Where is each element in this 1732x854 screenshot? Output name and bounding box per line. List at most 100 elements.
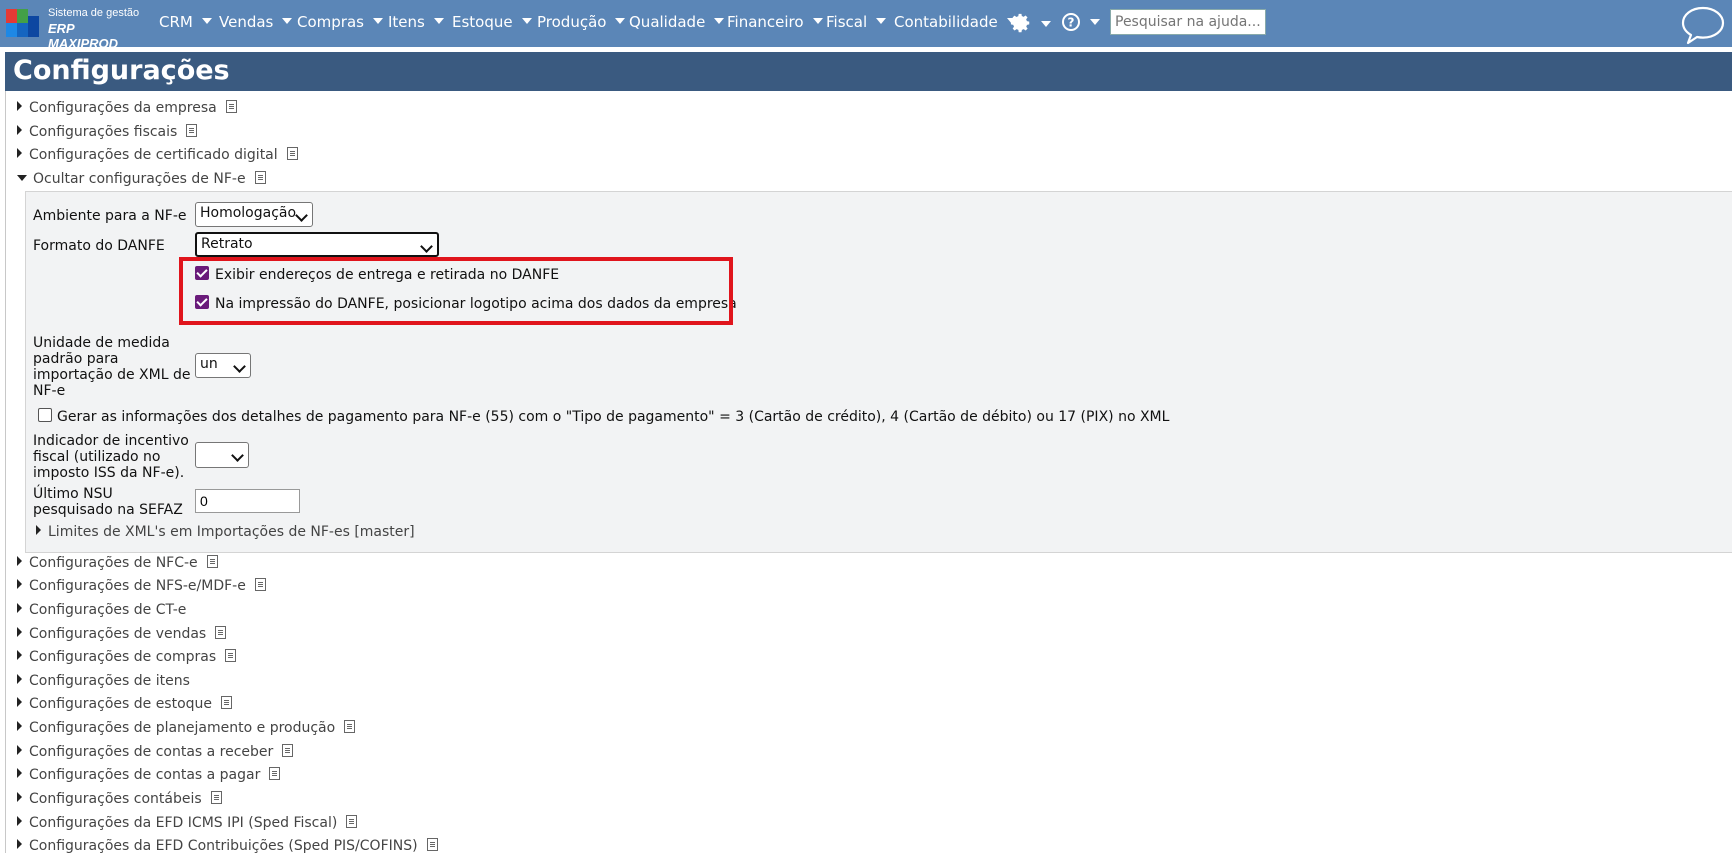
menu-compras-label: Compras bbox=[297, 13, 364, 31]
logo-title: ERP MAXIPROD bbox=[48, 21, 119, 51]
menu-producao-label: Produção bbox=[537, 13, 607, 31]
menu-itens[interactable]: Itens bbox=[388, 13, 444, 31]
section-estoque[interactable]: Configurações de estoque bbox=[17, 696, 233, 712]
document-icon[interactable] bbox=[221, 696, 233, 709]
chevron-down-icon bbox=[812, 18, 823, 24]
menu-crm-label: CRM bbox=[159, 13, 193, 31]
document-icon[interactable] bbox=[346, 815, 358, 828]
section-compras[interactable]: Configurações de compras bbox=[17, 649, 237, 665]
section-nfce[interactable]: Configurações de NFC-e bbox=[17, 555, 218, 571]
expand-arrow-icon bbox=[17, 674, 22, 684]
help-menu[interactable]: ? bbox=[1061, 12, 1100, 32]
app-logo[interactable]: Sistema de gestão ERP MAXIPROD bbox=[6, 6, 146, 51]
section-label: Configurações fiscais bbox=[29, 124, 178, 140]
expand-arrow-icon bbox=[17, 579, 22, 589]
gear-icon bbox=[1010, 13, 1030, 33]
highlight-box bbox=[179, 257, 733, 325]
ambiente-select[interactable]: Homologação bbox=[195, 202, 313, 227]
section-nfse-mdfe[interactable]: Configurações de NFS-e/MDF-e bbox=[17, 578, 266, 594]
section-contabeis[interactable]: Configurações contábeis bbox=[17, 791, 222, 807]
section-label: Ocultar configurações de NF-e bbox=[33, 171, 246, 187]
ultimo-nsu-label-line: pesquisado na SEFAZ bbox=[33, 502, 183, 518]
section-vendas[interactable]: Configurações de vendas bbox=[17, 626, 227, 642]
section-itens[interactable]: Configurações de itens bbox=[17, 673, 190, 689]
section-efd-contribuicoes[interactable]: Configurações da EFD Contribuições (Sped… bbox=[17, 838, 438, 854]
section-certificado[interactable]: Configurações de certificado digital bbox=[17, 147, 298, 163]
ambiente-select-value: Homologação bbox=[200, 205, 297, 221]
document-icon[interactable] bbox=[254, 578, 266, 591]
section-planejamento[interactable]: Configurações de planejamento e produção bbox=[17, 720, 356, 736]
section-label: Configurações contábeis bbox=[29, 791, 202, 807]
expand-arrow-icon bbox=[17, 768, 22, 778]
document-icon[interactable] bbox=[225, 100, 237, 113]
menu-contabilidade[interactable]: Contabilidade bbox=[894, 13, 1017, 31]
section-fiscais[interactable]: Configurações fiscais bbox=[17, 124, 198, 140]
section-nfe-header[interactable]: Ocultar configurações de NF-e bbox=[17, 171, 266, 187]
document-icon[interactable] bbox=[254, 171, 266, 184]
menu-producao[interactable]: Produção bbox=[537, 13, 626, 31]
document-icon[interactable] bbox=[282, 744, 294, 757]
section-label: Configurações de planejamento e produção bbox=[29, 720, 336, 736]
menu-fiscal[interactable]: Fiscal bbox=[826, 13, 887, 31]
document-icon[interactable] bbox=[225, 649, 237, 662]
formato-danfe-select[interactable]: Retrato bbox=[195, 232, 439, 257]
unidade-medida-select[interactable]: un bbox=[195, 353, 251, 378]
menu-estoque[interactable]: Estoque bbox=[452, 13, 532, 31]
formato-danfe-label: Formato do DANFE bbox=[33, 238, 165, 254]
document-icon[interactable] bbox=[206, 555, 218, 568]
chevron-down-icon bbox=[876, 18, 887, 24]
help-search-input[interactable] bbox=[1110, 9, 1266, 35]
incentivo-fiscal-label-line: fiscal (utilizado no bbox=[33, 449, 161, 465]
document-icon[interactable] bbox=[344, 720, 356, 733]
section-contas-receber[interactable]: Configurações de contas a receber bbox=[17, 744, 294, 760]
settings-menu[interactable] bbox=[1010, 12, 1051, 34]
menu-qualidade[interactable]: Qualidade bbox=[629, 13, 725, 31]
menu-crm[interactable]: CRM bbox=[159, 13, 212, 31]
section-cte[interactable]: Configurações de CT-e bbox=[17, 602, 186, 618]
limites-xml-toggle[interactable]: Limites de XML's em Importações de NF-es… bbox=[36, 524, 415, 540]
chevron-down-icon bbox=[420, 240, 433, 253]
menu-vendas[interactable]: Vendas bbox=[219, 13, 293, 31]
ultimo-nsu-input[interactable] bbox=[195, 489, 300, 513]
expand-arrow-icon bbox=[17, 603, 22, 613]
chevron-down-icon bbox=[1041, 21, 1051, 27]
section-contas-pagar[interactable]: Configurações de contas a pagar bbox=[17, 767, 281, 783]
document-icon[interactable] bbox=[426, 838, 438, 851]
ambiente-label: Ambiente para a NF-e bbox=[33, 208, 187, 224]
collapse-arrow-icon bbox=[17, 175, 27, 181]
menu-financeiro[interactable]: Financeiro bbox=[727, 13, 823, 31]
document-icon[interactable] bbox=[286, 147, 298, 160]
menu-itens-label: Itens bbox=[388, 13, 425, 31]
section-label: Configurações da EFD ICMS IPI (Sped Fisc… bbox=[29, 815, 338, 831]
content-left-border bbox=[5, 91, 6, 853]
section-label: Configurações de certificado digital bbox=[29, 147, 278, 163]
chevron-down-icon bbox=[233, 360, 246, 373]
section-label: Configurações de vendas bbox=[29, 626, 207, 642]
pagamento-checkbox[interactable] bbox=[38, 408, 52, 422]
pagamento-label: Gerar as informações dos detalhes de pag… bbox=[57, 409, 1170, 425]
document-icon[interactable] bbox=[269, 767, 281, 780]
section-efd-icms-ipi[interactable]: Configurações da EFD ICMS IPI (Sped Fisc… bbox=[17, 815, 358, 831]
chevron-down-icon bbox=[615, 18, 626, 24]
incentivo-fiscal-label-line: Indicador de incentivo bbox=[33, 433, 189, 449]
section-label: Configurações de compras bbox=[29, 649, 217, 665]
incentivo-fiscal-select[interactable] bbox=[195, 442, 249, 468]
section-label: Configurações da empresa bbox=[29, 100, 217, 116]
menu-compras[interactable]: Compras bbox=[297, 13, 383, 31]
document-icon[interactable] bbox=[215, 626, 227, 639]
logo-square-navy bbox=[28, 16, 39, 37]
menu-contabilidade-label: Contabilidade bbox=[894, 13, 998, 31]
chevron-down-icon bbox=[521, 18, 532, 24]
section-empresa[interactable]: Configurações da empresa bbox=[17, 100, 237, 116]
expand-arrow-icon bbox=[17, 125, 22, 135]
section-label: Configurações de CT-e bbox=[29, 602, 187, 618]
document-icon[interactable] bbox=[210, 791, 222, 804]
expand-arrow-icon bbox=[17, 101, 22, 111]
expand-arrow-icon bbox=[17, 745, 22, 755]
logo-square-red bbox=[6, 9, 17, 23]
menu-qualidade-label: Qualidade bbox=[629, 13, 706, 31]
chevron-down-icon bbox=[714, 18, 725, 24]
unidade-medida-label-line: NF-e bbox=[33, 383, 66, 399]
speech-bubble-icon[interactable] bbox=[1680, 5, 1726, 45]
document-icon[interactable] bbox=[186, 124, 198, 137]
